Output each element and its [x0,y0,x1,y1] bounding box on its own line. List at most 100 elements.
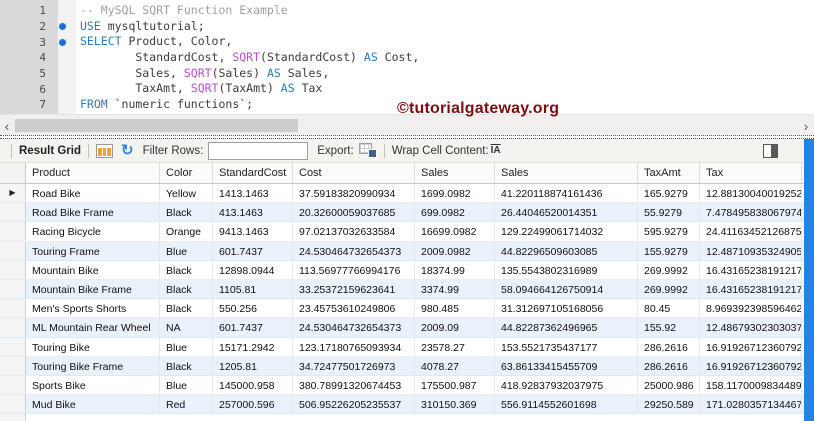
row-header[interactable] [0,356,26,375]
table-cell[interactable]: 25000.986 [638,375,700,395]
table-cell[interactable]: 12898.0944 [213,260,293,279]
table-cell[interactable]: 44.82296509603085 [495,241,638,260]
scroll-left-icon[interactable]: ‹ [0,115,14,136]
table-row[interactable]: ▶ Road Bike Yellow 1413.1463 37.591838209909… [0,184,804,204]
table-cell[interactable]: 155.9279 [638,241,700,260]
table-cell[interactable]: 80.45 [638,299,700,318]
table-cell[interactable]: 257000.596 [213,395,293,414]
table-cell[interactable]: Road Bike [26,184,160,203]
refresh-icon[interactable]: ↻ [121,143,134,158]
table-cell[interactable]: NA [160,318,213,337]
table-cell[interactable]: 20.32600059037685 [293,203,415,222]
table-cell[interactable]: 31.312697105168056 [495,299,638,318]
table-cell[interactable]: ML Mountain Rear Wheel [26,318,160,337]
table-row[interactable]: Touring Bike Frame Black 1205.81 34.7247750… [0,356,804,376]
table-cell[interactable]: 155.92 [638,318,700,337]
table-cell[interactable]: Black [160,203,213,222]
table-cell[interactable]: Sports Bike [26,375,160,395]
code-line[interactable]: FROM `numeric functions`; [80,97,419,113]
table-row[interactable]: Touring Frame Blue 601.7437 24.530464732654… [0,241,804,261]
result-grid-icon[interactable] [95,143,113,158]
table-row[interactable]: Touring Bike Blue 15171.2942 123.1718076509… [0,337,804,357]
table-cell[interactable]: 153.5521735437177 [495,337,638,356]
column-header[interactable]: TaxAmt [638,163,700,183]
table-cell[interactable]: 269.9992 [638,260,700,279]
code-line[interactable]: StandardCost, SQRT(StandardCost) AS Cost… [80,50,419,66]
table-cell[interactable]: Black [160,356,213,375]
table-cell[interactable]: 601.7437 [213,241,293,260]
table-cell[interactable]: Orange [160,222,213,241]
table-cell[interactable]: 418.92837932037975 [495,375,638,395]
table-cell[interactable]: 3374.99 [415,279,495,299]
table-cell[interactable]: 556.9114552601698 [495,395,638,414]
table-cell[interactable]: 34.72477501726973 [293,356,415,375]
table-cell[interactable]: 26.44046520014351 [495,203,638,222]
column-header[interactable]: Product [26,163,160,183]
table-cell[interactable]: 23578.27 [415,337,495,356]
table-cell[interactable]: Men's Sports Shorts [26,299,160,318]
table-row[interactable]: Men's Sports Shorts Black 550.256 23.457536… [0,299,804,319]
table-cell[interactable]: 29250.589 [638,395,700,414]
code-line[interactable]: -- MySQL SQRT Function Example [80,3,419,19]
table-row[interactable]: Mountain Bike Frame Black 1105.81 33.253721… [0,279,804,300]
table-cell[interactable]: 129.22499061714032 [495,222,638,241]
table-cell[interactable]: 58.094664126750914 [495,279,638,299]
table-cell[interactable]: 135.5543802316989 [495,260,638,279]
table-cell[interactable]: 595.9279 [638,222,700,241]
export-icon[interactable] [358,143,377,158]
table-cell[interactable]: 23.45753610249806 [293,299,415,318]
column-header[interactable]: Sales [495,163,638,183]
table-cell[interactable]: 980.485 [415,299,495,318]
table-cell[interactable]: 16.431652381912173 [700,260,802,279]
table-cell[interactable]: 506.95226205235537 [293,395,415,414]
code-line[interactable]: SELECT Product, Color, [80,34,419,50]
table-cell[interactable]: 286.2616 [638,356,700,375]
table-cell[interactable]: Mountain Bike Frame [26,279,160,299]
row-header[interactable] [0,299,26,318]
table-cell[interactable]: 16.919267123607924 [700,356,802,375]
table-cell[interactable]: 269.9992 [638,279,700,299]
table-cell[interactable]: 310150.369 [415,395,495,414]
column-header[interactable]: StandardCost [213,163,293,183]
table-row[interactable]: ML Mountain Rear Wheel NA 601.7437 24.53046… [0,318,804,338]
table-cell[interactable]: 145000.958 [213,375,293,395]
code-line[interactable]: TaxAmt, SQRT(TaxAmt) AS Tax [80,81,419,97]
row-header[interactable] [0,318,26,337]
table-cell[interactable]: 24.530464732654373 [293,318,415,337]
table-cell[interactable]: Yellow [160,184,213,203]
column-header[interactable]: Cost [293,163,415,183]
panel-toggle-icon[interactable] [763,143,778,158]
table-cell[interactable]: 601.7437 [213,318,293,337]
table-cell[interactable]: 18374.99 [415,260,495,279]
table-cell[interactable]: 113.56977766994176 [293,260,415,279]
table-cell[interactable]: 41.220118874161436 [495,184,638,203]
table-cell[interactable]: 4078.27 [415,356,495,375]
column-header[interactable]: Tax [700,163,802,183]
table-cell[interactable]: 1205.81 [213,356,293,375]
table-cell[interactable]: Road Bike Frame [26,203,160,222]
code-line[interactable]: Sales, SQRT(Sales) AS Sales, [80,66,419,82]
table-row[interactable]: Racing Bicycle Orange 9413.1463 97.02137032… [0,222,804,242]
table-cell[interactable]: 171.0280357134467 [700,395,802,414]
row-header[interactable]: ▶ [0,184,26,203]
grid-vertical-scrollbar[interactable] [804,139,814,421]
table-cell[interactable]: 2009.0982 [415,241,495,260]
row-header[interactable] [0,395,26,414]
table-cell[interactable]: 33.25372159623641 [293,279,415,299]
table-cell[interactable]: 1105.81 [213,279,293,299]
table-cell[interactable]: Mountain Bike [26,260,160,279]
table-cell[interactable]: Mud Bike [26,395,160,414]
code-area[interactable]: -- MySQL SQRT Function Example USE mysqlt… [76,0,419,114]
table-cell[interactable]: 44.82287362496965 [495,318,638,337]
table-cell[interactable]: 2009.09 [415,318,495,337]
table-cell[interactable]: 24.41163452126875 [700,222,802,241]
table-cell[interactable]: 12.88130040019252 [700,184,802,203]
table-cell[interactable]: Black [160,260,213,279]
table-cell[interactable]: 97.02137032633584 [293,222,415,241]
code-line[interactable]: USE mysqltutorial; [80,19,419,35]
table-cell[interactable]: 123.17180765093934 [293,337,415,356]
table-cell[interactable]: Racing Bicycle [26,222,160,241]
wrap-cell-content-icon[interactable]: IA [491,145,501,156]
row-header[interactable] [0,375,26,395]
scrollbar-thumb[interactable] [15,119,298,132]
